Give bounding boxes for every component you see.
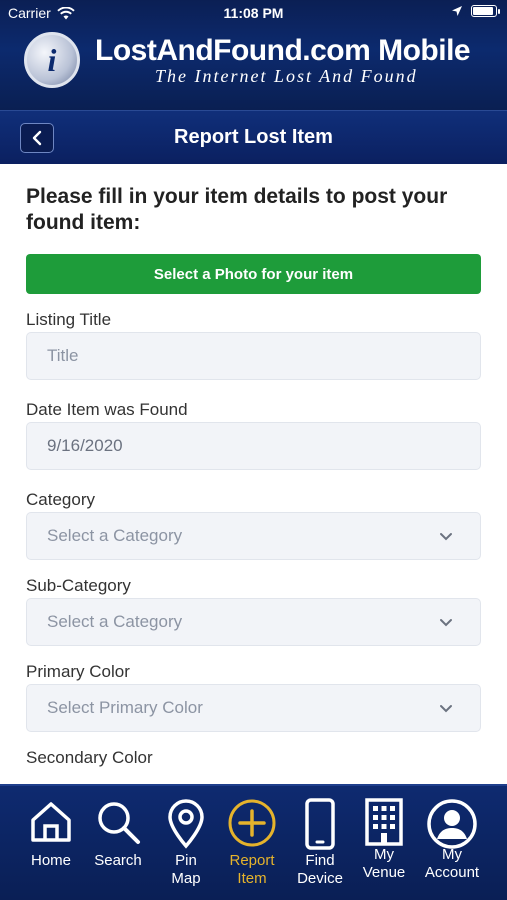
tab-find-device-label-1: Find <box>305 852 335 869</box>
account-icon <box>427 799 477 849</box>
tab-report-item[interactable]: Report Item <box>218 798 286 888</box>
tab-find-device-label-2: Device <box>297 870 343 887</box>
plus-circle-icon <box>228 799 276 847</box>
tab-report-item-label-2: Item <box>237 870 267 887</box>
category-select-value: Select a Category <box>47 526 183 545</box>
tab-pin-map-label-1: Pin <box>175 852 197 869</box>
info-logo-icon: i <box>47 41 57 78</box>
map-pin-icon <box>168 799 204 849</box>
battery-icon <box>471 5 500 17</box>
primary-color-label: Primary Color <box>26 662 130 681</box>
status-bar: Carrier 11:08 PM <box>0 0 507 28</box>
chevron-down-icon <box>440 619 452 627</box>
tab-my-venue-label-1: My <box>374 846 394 863</box>
chevron-down-icon <box>440 533 452 541</box>
status-time: 11:08 PM <box>223 5 284 21</box>
search-icon <box>98 802 140 844</box>
tab-pin-map[interactable]: Pin Map <box>152 798 220 888</box>
select-photo-button[interactable]: Select a Photo for your item <box>26 254 481 294</box>
tab-find-device[interactable]: Find Device <box>286 798 354 888</box>
phone-icon <box>305 798 335 850</box>
brand-subtitle: The Internet Lost And Found <box>155 66 418 86</box>
report-form: Please fill in your item details to post… <box>0 164 507 784</box>
tab-my-account[interactable]: My Account <box>418 798 486 882</box>
tab-my-venue[interactable]: My Venue <box>350 798 418 882</box>
location-arrow-icon <box>452 6 462 16</box>
date-found-input[interactable]: 9/16/2020 <box>26 422 481 470</box>
date-found-label: Date Item was Found <box>26 400 188 419</box>
nav-bar: Report Lost Item <box>0 110 507 164</box>
primary-color-select-value: Select Primary Color <box>47 698 203 717</box>
app-header: Carrier 11:08 PM i LostAndFound.com Mobi… <box>0 0 507 110</box>
listing-title-label: Listing Title <box>26 310 112 329</box>
page-title: Report Lost Item <box>174 126 333 148</box>
brand-title: LostAndFound.com Mobile <box>95 34 471 67</box>
tab-search-label: Search <box>94 852 142 869</box>
chevron-down-icon <box>440 705 452 713</box>
tab-pin-map-label-2: Map <box>171 870 201 887</box>
subcategory-label: Sub-Category <box>26 576 131 595</box>
form-intro: Please fill in your item details to post… <box>26 185 448 234</box>
brand-logo: i <box>24 32 80 88</box>
tab-search[interactable]: Search <box>84 798 152 870</box>
category-label: Category <box>26 490 95 509</box>
subcategory-select[interactable]: Select a Category <box>26 598 481 646</box>
tab-home-label: Home <box>30 852 71 869</box>
tab-report-item-label-1: Report <box>229 852 275 869</box>
building-icon <box>365 798 403 846</box>
tab-home[interactable]: Home <box>17 798 85 870</box>
status-right <box>451 5 500 17</box>
tab-bar: Home Search Pin Map Report Item Find Dev… <box>0 784 507 900</box>
listing-title-input[interactable]: Title <box>26 332 481 380</box>
tab-my-account-label-2: Account <box>424 864 480 881</box>
category-select[interactable]: Select a Category <box>26 512 481 560</box>
subcategory-select-value: Select a Category <box>47 612 183 631</box>
primary-color-select[interactable]: Select Primary Color <box>26 684 481 732</box>
secondary-color-label: Secondary Color <box>26 748 153 767</box>
home-icon <box>31 802 71 842</box>
tab-my-venue-label-2: Venue <box>362 864 406 881</box>
